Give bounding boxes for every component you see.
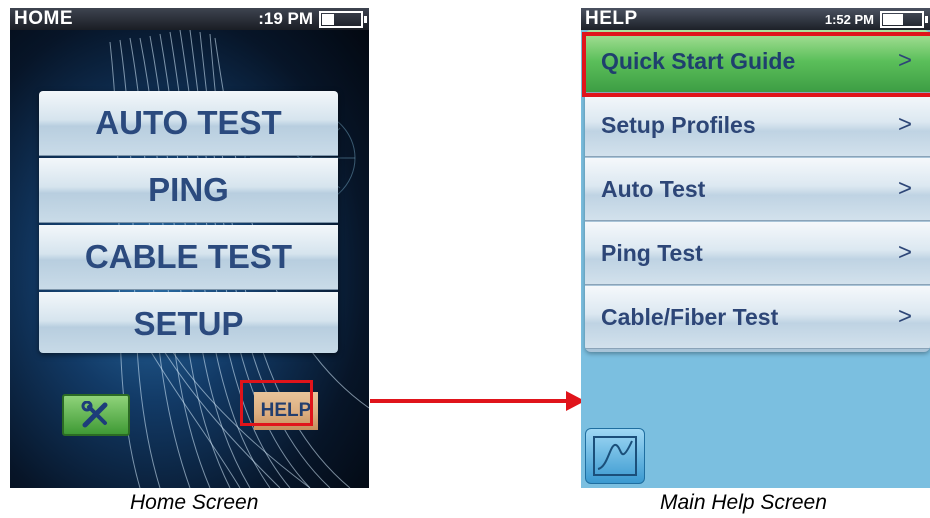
screen-title: HOME <box>14 8 73 29</box>
help-status-bar: HELP 1:52 PM <box>581 8 930 30</box>
battery-icon <box>880 10 928 28</box>
item-label: Setup Profiles <box>601 111 756 138</box>
tools-icon <box>81 401 108 428</box>
home-caption: Home Screen <box>130 491 259 514</box>
navigation-arrow <box>370 391 585 411</box>
item-label: Cable/Fiber Test <box>601 303 779 330</box>
graph-button[interactable] <box>585 428 645 484</box>
auto-test-button[interactable]: AUTO TEST <box>39 91 338 156</box>
graph-icon <box>593 436 637 476</box>
battery-icon <box>319 10 367 28</box>
ping-button[interactable]: PING <box>39 158 338 223</box>
chevron-right-icon: > <box>897 303 912 330</box>
item-label: Ping Test <box>601 239 703 266</box>
ping-test-item[interactable]: Ping Test > <box>585 222 930 285</box>
setup-profiles-item[interactable]: Setup Profiles > <box>585 94 930 157</box>
home-screen: HOME :19 PM AUTO TEST PING CABLE TEST SE… <box>10 8 369 488</box>
auto-test-item[interactable]: Auto Test > <box>585 158 930 221</box>
item-label: Auto Test <box>601 175 706 202</box>
screen-title: HELP <box>585 8 638 29</box>
chevron-right-icon: > <box>897 175 912 202</box>
clock: :19 PM <box>258 9 313 28</box>
setup-button[interactable]: SETUP <box>39 292 338 353</box>
help-caption: Main Help Screen <box>660 491 827 514</box>
chevron-right-icon: > <box>897 239 912 266</box>
chevron-right-icon: > <box>897 111 912 138</box>
tools-button[interactable] <box>62 394 130 436</box>
cable-fiber-test-item[interactable]: Cable/Fiber Test > <box>585 286 930 349</box>
quick-start-highlight <box>582 32 930 97</box>
cable-test-button[interactable]: CABLE TEST <box>39 225 338 290</box>
clock: 1:52 PM <box>824 11 874 27</box>
home-menu: AUTO TEST PING CABLE TEST SETUP <box>39 91 338 353</box>
home-status-bar: HOME :19 PM <box>10 8 369 30</box>
help-button-highlight <box>240 380 313 426</box>
